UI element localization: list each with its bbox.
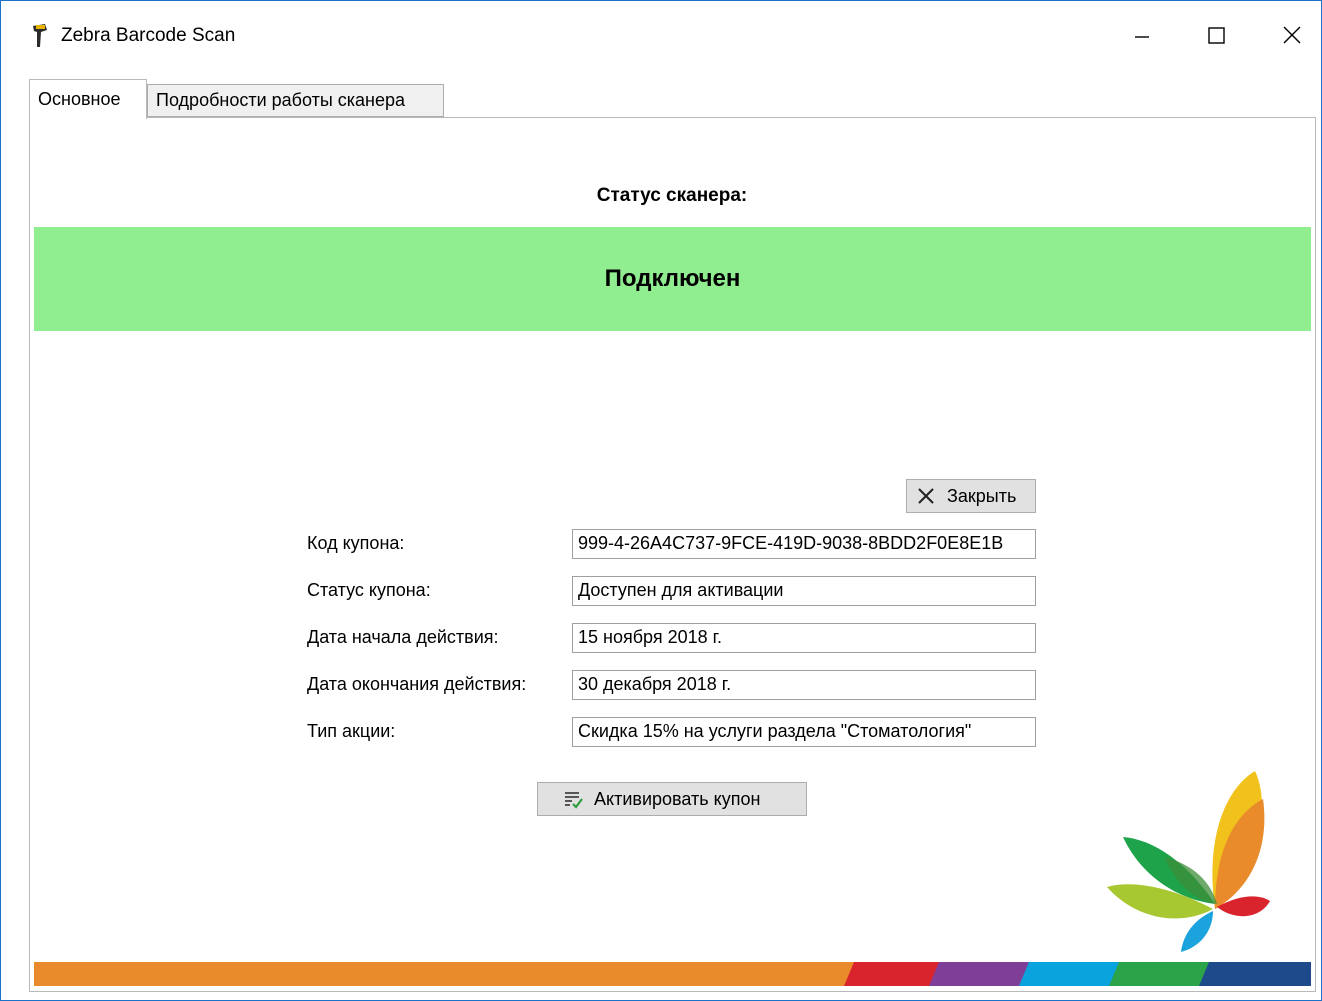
- brand-logo: [1107, 771, 1270, 952]
- tab-label: Подробности работы сканера: [156, 90, 406, 110]
- app-window: Zebra Barcode Scan Основное Подробности …: [0, 0, 1322, 1001]
- minimize-button[interactable]: [1119, 17, 1165, 53]
- tab-scanner-details[interactable]: Подробности работы сканера: [147, 84, 444, 117]
- end-date-field[interactable]: 30 декабря 2018 г.: [572, 670, 1036, 700]
- close-x-icon: [918, 488, 934, 504]
- start-date-field[interactable]: 15 ноября 2018 г.: [572, 623, 1036, 653]
- promo-type-label: Тип акции:: [307, 721, 396, 741]
- title-bar: Zebra Barcode Scan: [1, 1, 1321, 73]
- maximize-icon: [1208, 27, 1225, 44]
- barcode-scanner-icon: [33, 24, 47, 47]
- maximize-button[interactable]: [1193, 17, 1239, 53]
- tab-label: Основное: [38, 89, 121, 109]
- close-button-label: Закрыть: [947, 485, 1017, 506]
- window-title: Zebra Barcode Scan: [61, 25, 236, 46]
- coupon-status-field[interactable]: Доступен для активации: [572, 576, 1036, 606]
- brand-color-bar: [34, 962, 1311, 986]
- close-window-button[interactable]: [1269, 17, 1315, 53]
- close-coupon-button[interactable]: Закрыть: [906, 479, 1036, 513]
- end-date-label: Дата окончания действия:: [307, 674, 527, 694]
- close-icon: [1283, 26, 1301, 44]
- minimize-icon: [1135, 36, 1149, 38]
- tab-main[interactable]: Основное: [29, 79, 147, 119]
- coupon-status-label: Статус купона:: [307, 580, 431, 600]
- scanner-status-banner: Подключен: [34, 227, 1311, 331]
- checklist-icon: [565, 792, 583, 809]
- scanner-status-label: Статус сканера:: [596, 185, 748, 206]
- activate-button-label: Активировать купон: [594, 788, 761, 809]
- coupon-code-field[interactable]: 999-4-26A4C737-9FCE-419D-9038-8BDD2F0E8E…: [572, 529, 1036, 559]
- scanner-status-value: Подключен: [604, 265, 741, 292]
- coupon-code-label: Код купона:: [307, 533, 405, 553]
- activate-coupon-button[interactable]: Активировать купон: [537, 782, 807, 816]
- promo-type-field[interactable]: Скидка 15% на услуги раздела "Стоматолог…: [572, 717, 1036, 747]
- start-date-label: Дата начала действия:: [307, 627, 499, 647]
